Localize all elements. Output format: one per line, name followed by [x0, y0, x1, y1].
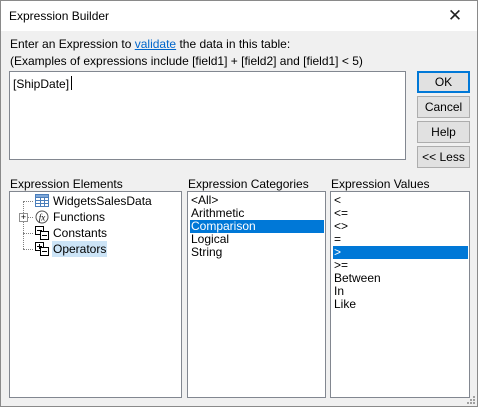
- cancel-button[interactable]: Cancel: [417, 96, 470, 118]
- elements-label: Expression Elements: [10, 177, 123, 191]
- tree-line: [28, 217, 33, 218]
- table-icon: [35, 194, 49, 207]
- instruction-text-end: the data in this table:: [176, 37, 291, 51]
- text-caret: [71, 76, 73, 90]
- operators-icon: [35, 242, 49, 256]
- function-icon: fx: [35, 210, 49, 224]
- category-item-string[interactable]: String: [190, 246, 223, 259]
- expression-builder-dialog: Expression Builder ✕ Enter an Expression…: [0, 0, 478, 407]
- dialog-title: Expression Builder: [9, 9, 110, 23]
- less-button[interactable]: << Less: [417, 146, 470, 168]
- tree-item-constants[interactable]: Constants: [53, 225, 107, 241]
- resize-grip-icon[interactable]: [466, 395, 476, 405]
- instruction-text: Enter an Expression to: [10, 37, 135, 51]
- expression-text[interactable]: [ShipDate]: [13, 76, 73, 91]
- tree-line: [23, 233, 33, 234]
- title-bar[interactable]: Expression Builder ✕: [1, 1, 477, 31]
- expression-elements-tree[interactable]: + WidgetsSalesData fx Functions Constant…: [9, 191, 182, 398]
- tree-line: [23, 249, 33, 250]
- constants-icon: [35, 226, 49, 240]
- value-item-like[interactable]: Like: [333, 298, 357, 311]
- ok-button[interactable]: OK: [417, 71, 470, 93]
- expression-value: [ShipDate]: [13, 77, 70, 91]
- tree-item-operators[interactable]: Operators: [52, 241, 108, 257]
- validate-link[interactable]: validate: [135, 37, 176, 51]
- close-icon[interactable]: ✕: [433, 1, 477, 31]
- expression-values-list[interactable]: < <= <> = > >= Between In Like: [330, 191, 470, 398]
- value-item-greater-than[interactable]: >: [333, 246, 468, 259]
- tree-line: [23, 201, 24, 249]
- tree-item-widgetssalesdata[interactable]: WidgetsSalesData: [53, 193, 152, 209]
- expression-categories-list[interactable]: <All> Arithmetic Comparison Logical Stri…: [187, 191, 326, 398]
- svg-text:fx: fx: [39, 213, 46, 223]
- instruction-line-1: Enter an Expression to validate the data…: [10, 37, 290, 51]
- expression-editor[interactable]: [ShipDate]: [9, 71, 406, 160]
- help-button[interactable]: Help: [417, 121, 470, 143]
- tree-line: [23, 201, 33, 202]
- values-label: Expression Values: [331, 177, 430, 191]
- tree-item-functions[interactable]: Functions: [53, 209, 105, 225]
- categories-label: Expression Categories: [188, 177, 309, 191]
- expand-icon[interactable]: +: [19, 213, 28, 222]
- instruction-line-2: (Examples of expressions include [field1…: [10, 54, 363, 68]
